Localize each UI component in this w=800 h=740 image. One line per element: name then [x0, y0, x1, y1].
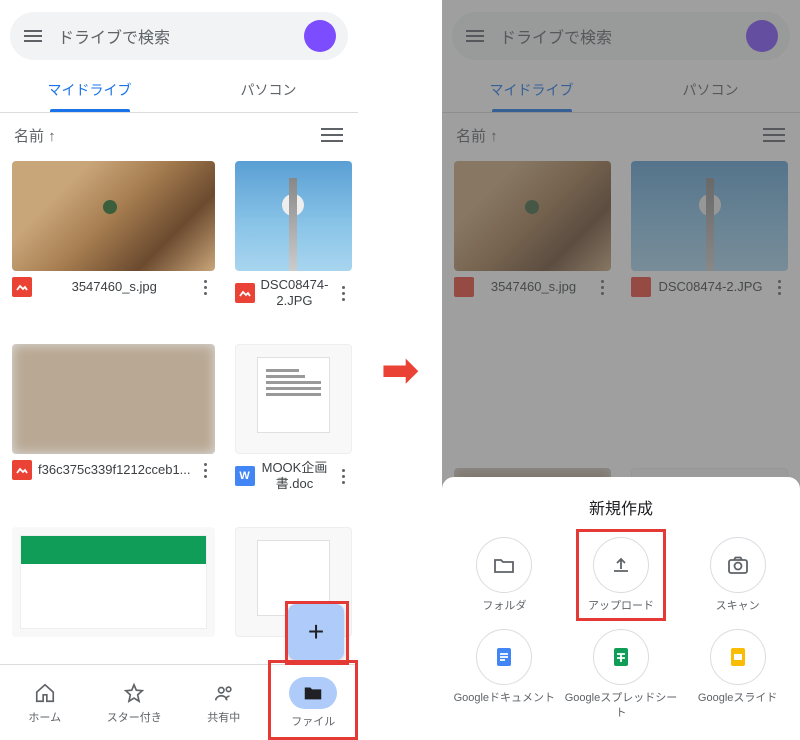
thumbnail	[235, 344, 353, 454]
folder-icon	[301, 681, 325, 705]
gdocs-icon	[476, 629, 532, 685]
left-screenshot: ドライブで検索 マイドライブ パソコン 名前 ↑ 3547460_s.jpg D…	[0, 0, 358, 740]
file-card[interactable]: f36c375c339f1212cceb1...	[12, 344, 215, 517]
file-name: f36c375c339f1212cceb1...	[38, 462, 191, 478]
gsheets-icon	[593, 629, 649, 685]
nav-shared[interactable]: 共有中	[179, 665, 269, 740]
sheet-upload[interactable]: アップロード	[565, 537, 678, 613]
nav-home[interactable]: ホーム	[0, 665, 90, 740]
tab-pc[interactable]: パソコン	[179, 68, 358, 112]
sheet-scan[interactable]: スキャン	[681, 537, 794, 613]
fab-new[interactable]: +	[288, 604, 344, 660]
image-type-icon	[235, 283, 255, 303]
more-icon[interactable]	[197, 280, 215, 295]
file-card[interactable]	[12, 527, 215, 660]
sheet-title: 新規作成	[448, 495, 794, 519]
file-name: MOOK企画書.doc	[261, 460, 329, 493]
home-icon	[33, 681, 57, 705]
more-icon[interactable]	[334, 469, 352, 484]
menu-icon[interactable]	[22, 25, 44, 47]
sheet-gsheets[interactable]: Googleスプレッドシート	[565, 629, 678, 720]
file-grid: 3547460_s.jpg DSC08474-2.JPG f36c375c339…	[0, 157, 358, 664]
transition-arrow-container: ➡	[358, 0, 442, 740]
thumbnail	[12, 344, 215, 454]
thumbnail	[235, 161, 353, 271]
tabs: マイドライブ パソコン	[0, 68, 358, 113]
view-list-icon[interactable]	[320, 123, 344, 147]
folder-icon	[476, 537, 532, 593]
file-name: 3547460_s.jpg	[38, 279, 191, 295]
arrow-right-icon: ➡	[382, 345, 419, 396]
avatar[interactable]	[304, 20, 336, 52]
search-placeholder: ドライブで検索	[58, 24, 304, 48]
sheet-gslides[interactable]: Googleスライド	[681, 629, 794, 720]
sort-label[interactable]: 名前 ↑	[14, 125, 56, 146]
new-sheet: 新規作成 フォルダ アップロード スキャン Googleドキュメント	[442, 477, 800, 740]
image-type-icon	[12, 460, 32, 480]
nav-starred[interactable]: スター付き	[90, 665, 180, 740]
nav-files[interactable]: ファイル	[269, 665, 359, 740]
shared-icon	[212, 681, 236, 705]
thumbnail	[12, 527, 215, 637]
star-icon	[122, 681, 146, 705]
more-icon[interactable]	[334, 286, 352, 301]
right-screenshot: ドライブで検索 マイドライブ パソコン 名前 ↑ 3547460_s.jpg D…	[442, 0, 800, 740]
bottom-nav: ホーム スター付き 共有中 ファイル	[0, 664, 358, 740]
file-card[interactable]: DSC08474-2.JPG	[235, 161, 353, 334]
tab-mydrive[interactable]: マイドライブ	[0, 68, 179, 112]
sheet-folder[interactable]: フォルダ	[448, 537, 561, 613]
upload-icon	[593, 537, 649, 593]
file-card[interactable]: W MOOK企画書.doc	[235, 344, 353, 517]
gslides-icon	[710, 629, 766, 685]
thumbnail	[12, 161, 215, 271]
file-card[interactable]: 3547460_s.jpg	[12, 161, 215, 334]
sheet-gdocs[interactable]: Googleドキュメント	[448, 629, 561, 720]
more-icon[interactable]	[197, 463, 215, 478]
camera-icon	[710, 537, 766, 593]
image-type-icon	[12, 277, 32, 297]
word-type-icon: W	[235, 466, 255, 486]
search-bar[interactable]: ドライブで検索	[10, 12, 348, 60]
sort-row: 名前 ↑	[0, 113, 358, 157]
file-name: DSC08474-2.JPG	[261, 277, 329, 310]
